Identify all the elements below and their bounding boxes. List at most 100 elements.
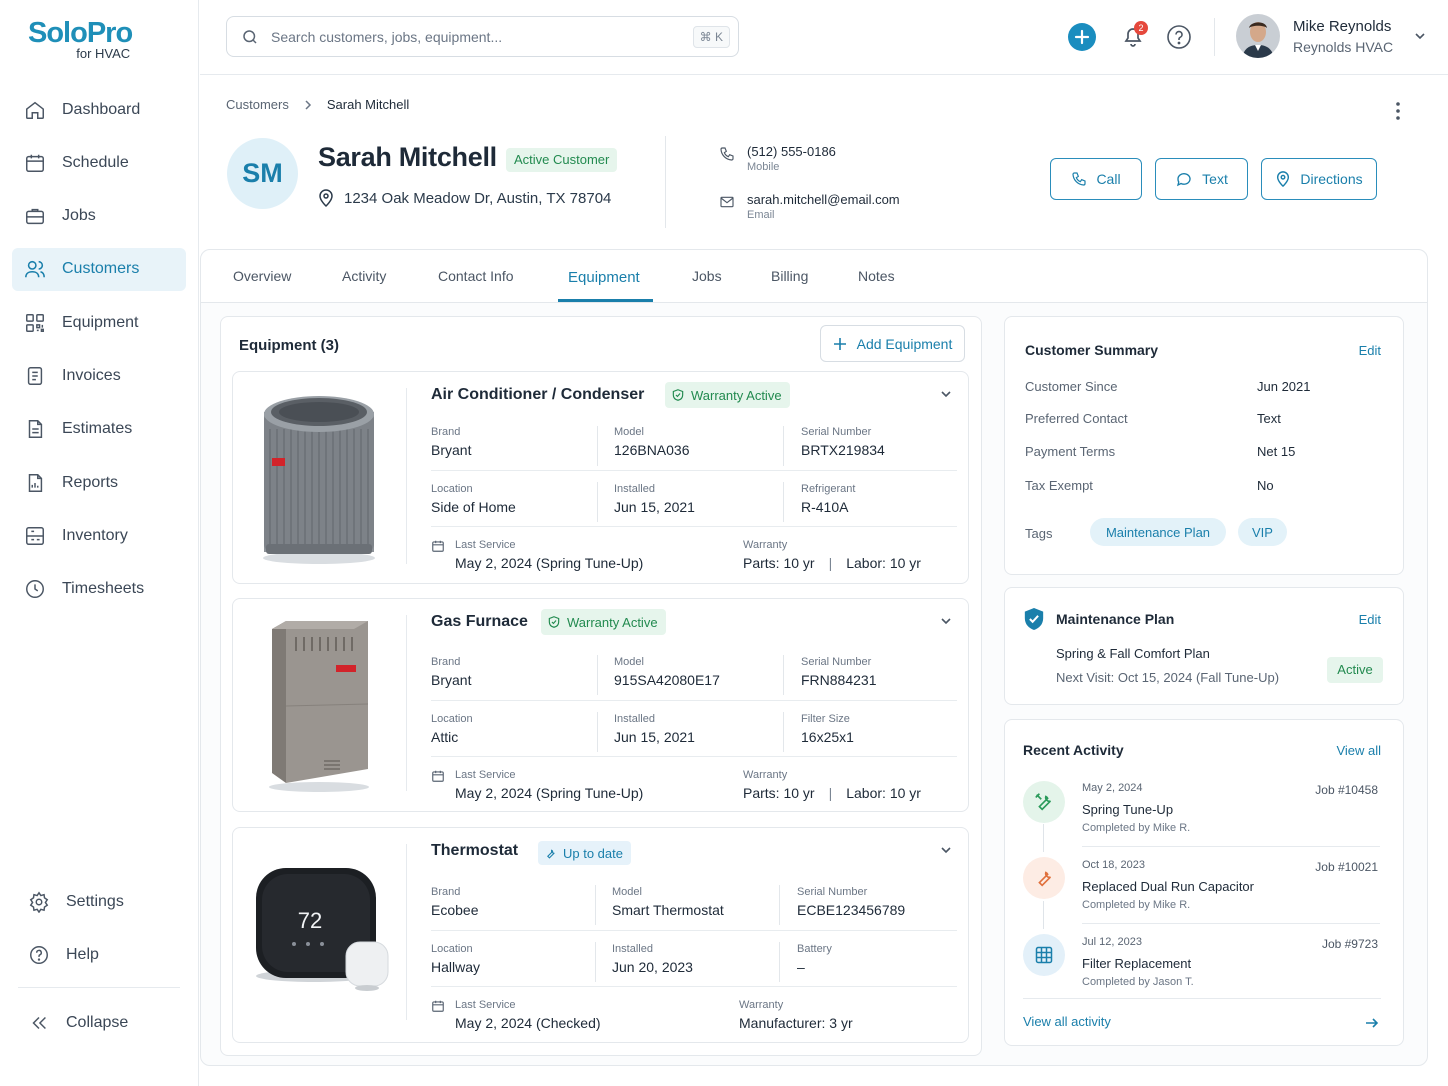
chevron-right-icon xyxy=(305,99,311,110)
sidebar-item-jobs[interactable]: Jobs xyxy=(12,195,186,238)
field-value: Jun 15, 2021 xyxy=(614,729,695,745)
phone-icon xyxy=(720,147,734,161)
sidebar-item-timesheets[interactable]: Timesheets xyxy=(12,568,186,611)
app-logo[interactable]: SoloPro for HVAC xyxy=(28,16,133,61)
tab-bar: Overview Activity Contact Info Equipment… xyxy=(201,250,1427,303)
main-nav: Dashboard Schedule Jobs Customers Equipm… xyxy=(12,88,186,621)
activity-job-number[interactable]: Job #9723 xyxy=(1322,937,1378,951)
directions-button[interactable]: Directions xyxy=(1261,158,1377,200)
customer-email[interactable]: sarah.mitchell@email.com Email xyxy=(719,192,900,221)
sidebar-item-reports[interactable]: Reports xyxy=(12,461,186,504)
tag-chip[interactable]: VIP xyxy=(1238,518,1287,546)
equipment-name: Air Conditioner / Condenser xyxy=(431,386,645,403)
field-model: Model Smart Thermostat xyxy=(612,886,724,918)
user-avatar xyxy=(1236,14,1280,58)
field-installed: Installed Jun 15, 2021 xyxy=(614,483,695,515)
chat-bubble-icon xyxy=(1177,173,1191,187)
wrench-icon xyxy=(1038,871,1052,887)
customer-summary-card: Customer Summary Edit Customer Since Jun… xyxy=(1004,316,1404,575)
tab-notes[interactable]: Notes xyxy=(858,268,895,284)
activity-job-number[interactable]: Job #10021 xyxy=(1315,860,1378,874)
sidebar-item-label: Settings xyxy=(66,892,124,910)
tab-billing[interactable]: Billing xyxy=(771,268,808,284)
field-serial: Serial Number ECBE123456789 xyxy=(797,886,905,918)
view-all-activity-link[interactable]: View all activity xyxy=(1023,1014,1111,1029)
tab-equipment[interactable]: Equipment xyxy=(568,269,640,286)
arrow-right-icon[interactable] xyxy=(1365,1016,1379,1030)
equipment-title: Equipment (3) xyxy=(239,337,339,354)
sidebar-item-label: Jobs xyxy=(62,207,96,225)
mail-icon xyxy=(720,196,734,208)
field-divider xyxy=(597,712,598,752)
maintenance-plan-card: Maintenance Plan Edit Spring & Fall Comf… xyxy=(1004,587,1404,705)
chevron-down-icon[interactable] xyxy=(940,844,952,856)
user-menu[interactable]: Mike Reynolds Reynolds HVAC xyxy=(1236,14,1427,58)
field-last-service: Last Service May 2, 2024 (Spring Tune-Up) xyxy=(455,539,643,571)
grid-icon xyxy=(26,313,44,332)
sidebar-item-label: Inventory xyxy=(62,526,128,544)
tab-overview[interactable]: Overview xyxy=(233,268,291,284)
field-serial: Serial Number BRTX219834 xyxy=(801,426,885,458)
field-label: Installed xyxy=(614,713,655,725)
activity-job-number[interactable]: Job #10458 xyxy=(1315,783,1378,797)
field-label: Brand xyxy=(431,886,461,898)
add-equipment-button[interactable]: Add Equipment xyxy=(820,325,965,362)
add-new-button[interactable] xyxy=(1068,23,1096,51)
more-options-button[interactable] xyxy=(1392,100,1404,127)
calendar-icon xyxy=(432,770,444,782)
plan-edit-link[interactable]: Edit xyxy=(1359,612,1381,627)
equipment-card-thermostat[interactable]: 72 Thermostat Up to date Brand Ecobee Mod… xyxy=(232,827,969,1043)
activity-name[interactable]: Spring Tune-Up xyxy=(1082,802,1173,817)
tab-jobs[interactable]: Jobs xyxy=(692,268,722,284)
summary-edit-link[interactable]: Edit xyxy=(1359,343,1381,358)
field-value: Jun 15, 2021 xyxy=(614,499,695,515)
sidebar-item-dashboard[interactable]: Dashboard xyxy=(12,88,186,131)
sidebar-item-inventory[interactable]: Inventory xyxy=(12,514,186,557)
call-label: Call xyxy=(1096,171,1121,187)
field-label: Serial Number xyxy=(801,426,872,438)
view-all-link[interactable]: View all xyxy=(1336,743,1381,758)
sidebar-item-equipment[interactable]: Equipment xyxy=(12,301,186,344)
customer-phone[interactable]: (512) 555-0186 Mobile xyxy=(719,144,836,173)
sidebar-item-customers[interactable]: Customers xyxy=(12,247,186,291)
timeline-line xyxy=(1043,824,1044,852)
field-warranty: Warranty Parts: 10 yr | Labor: 10 yr xyxy=(743,769,921,801)
tab-activity[interactable]: Activity xyxy=(342,268,386,284)
row-divider xyxy=(431,700,957,701)
breadcrumb-parent[interactable]: Customers xyxy=(226,97,289,112)
sidebar-item-schedule[interactable]: Schedule xyxy=(12,141,186,184)
sidebar-item-invoices[interactable]: Invoices xyxy=(12,354,186,397)
sidebar-item-settings[interactable]: Settings xyxy=(18,880,186,923)
activity-name[interactable]: Filter Replacement xyxy=(1082,956,1191,971)
warranty-labor: Labor: 10 yr xyxy=(846,555,921,571)
sidebar-item-estimates[interactable]: Estimates xyxy=(12,408,186,451)
notifications-button[interactable]: 2 xyxy=(1119,21,1148,50)
chevron-down-icon[interactable] xyxy=(940,615,952,627)
customer-detail-card: Overview Activity Contact Info Equipment… xyxy=(200,249,1428,1066)
summary-row-label: Payment Terms xyxy=(1025,444,1116,459)
text-button[interactable]: Text xyxy=(1155,158,1248,200)
sidebar-item-help[interactable]: Help xyxy=(18,933,186,976)
call-button[interactable]: Call xyxy=(1050,158,1142,200)
thermostat-image: 72 xyxy=(248,840,390,1030)
help-button[interactable] xyxy=(1165,22,1193,50)
tag-chip[interactable]: Maintenance Plan xyxy=(1090,518,1226,546)
chevron-down-icon[interactable] xyxy=(940,388,952,400)
equipment-card-furnace[interactable]: Gas Furnace Warranty Active Brand Bryant … xyxy=(232,598,969,812)
collapse-button[interactable]: Collapse xyxy=(18,1002,186,1045)
inventory-icon xyxy=(26,526,44,545)
customer-avatar: SM xyxy=(227,138,298,209)
calendar-icon xyxy=(26,154,44,172)
activity-name[interactable]: Replaced Dual Run Capacitor xyxy=(1082,879,1254,894)
warranty-status-text: Warranty Active xyxy=(567,614,658,630)
logo-text: SoloPro xyxy=(28,17,133,49)
equipment-card-ac[interactable]: Air Conditioner / Condenser Warranty Act… xyxy=(232,371,969,584)
search-input[interactable]: Search customers, jobs, equipment... ⌘ K xyxy=(226,16,739,57)
customer-status-badge: Active Customer xyxy=(506,148,618,172)
field-divider xyxy=(783,712,784,752)
field-battery: Battery – xyxy=(797,943,832,975)
question-icon xyxy=(1167,25,1191,49)
field-label: Battery xyxy=(797,943,832,955)
summary-row-label: Tax Exempt xyxy=(1025,478,1093,493)
tab-contact-info[interactable]: Contact Info xyxy=(438,268,514,284)
